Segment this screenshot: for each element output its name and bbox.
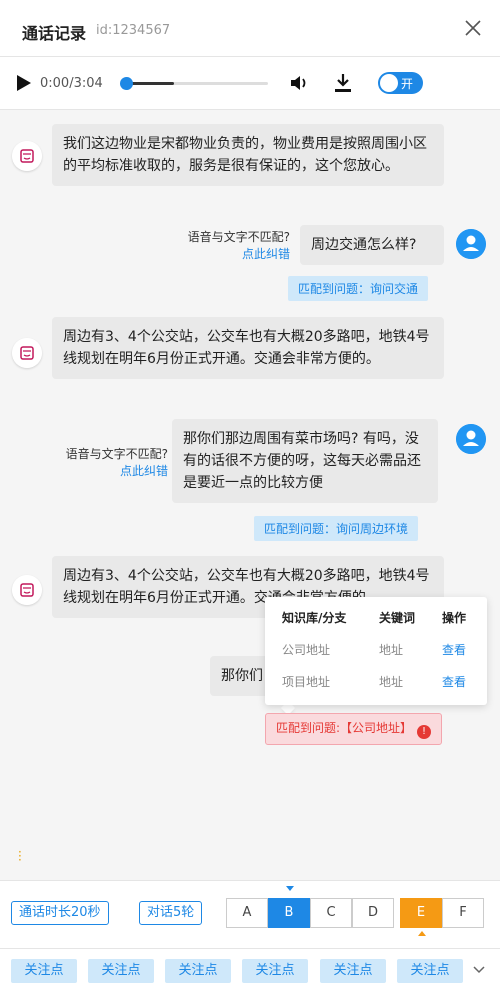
match-error-label: 匹配到问题:【公司地址】 — [276, 721, 413, 735]
audio-player: 0:00/3:04 开 — [0, 58, 500, 110]
message-bubble: 我们这边物业是宋都物业负责的，物业费用是按照周围小区的平均标准收取的，服务是很有… — [52, 124, 444, 186]
mismatch-hint: 语音与文字不匹配? 点此纠错 — [150, 229, 290, 263]
match-tag[interactable]: 匹配到问题：询问周边环境 — [254, 516, 419, 541]
mismatch-label: 语音与文字不匹配? — [187, 230, 290, 244]
grade-d[interactable]: D — [352, 898, 394, 928]
header: 通话记录 id:1234567 — [0, 0, 500, 57]
focus-tag[interactable]: 关注点 — [88, 959, 154, 983]
focus-tag[interactable]: 关注点 — [165, 959, 231, 983]
grade-c[interactable]: C — [310, 898, 352, 928]
match-popup: 知识库/分支 关键词 操作 公司地址 地址 查看 项目地址 地址 查看 — [265, 597, 487, 705]
popup-header-kb: 知识库/分支 — [282, 611, 347, 625]
focus-tag[interactable]: 关注点 — [242, 959, 308, 983]
popup-cell-keyword: 地址 — [379, 643, 404, 657]
play-icon[interactable] — [16, 74, 32, 92]
focus-tag[interactable]: 关注点 — [320, 959, 386, 983]
chevron-down-icon[interactable] — [472, 965, 486, 975]
popup-cell-kb: 项目地址 — [282, 675, 331, 689]
progress-slider[interactable] — [120, 77, 268, 90]
bot-avatar-icon — [12, 338, 42, 368]
bot-avatar-icon — [12, 575, 42, 605]
selected-marker-icon — [418, 931, 426, 936]
rounds-button[interactable]: 对话5轮 — [139, 901, 203, 925]
time-readout: 0:00/3:04 — [40, 76, 103, 91]
focus-tag[interactable]: 关注点 — [397, 959, 463, 983]
popup-cell-keyword: 地址 — [379, 675, 404, 689]
page-title: 通话记录 — [22, 24, 87, 43]
grade-b[interactable]: B — [268, 898, 310, 928]
mismatch-hint: 语音与文字不匹配? 点此纠错 — [30, 446, 168, 480]
close-icon[interactable] — [462, 17, 484, 39]
fix-link[interactable]: 点此纠错 — [30, 463, 168, 480]
view-link[interactable]: 查看 — [442, 641, 466, 658]
selected-marker-icon — [286, 886, 294, 891]
divider — [0, 948, 500, 949]
bottom-panel: 通话时长20秒 对话5轮 A B C D E F 关注点 关注点 关注点 关注点… — [0, 880, 500, 1003]
alert-icon: ! — [417, 725, 432, 739]
message-bubble: 周边交通怎么样? — [300, 225, 444, 265]
match-tag[interactable]: 匹配到问题：询问交通 — [288, 276, 429, 301]
grade-a[interactable]: A — [226, 898, 268, 928]
volume-icon[interactable] — [289, 73, 309, 93]
call-id: id:1234567 — [96, 23, 171, 38]
fix-link[interactable]: 点此纠错 — [150, 246, 290, 263]
user-avatar-icon — [456, 424, 486, 454]
grade-f[interactable]: F — [442, 898, 484, 928]
focus-tag[interactable]: 关注点 — [11, 959, 77, 983]
message-bubble: 周边有3、4个公交站，公交车也有大概20多路吧，地铁4号线规划在明年6月份正式开… — [52, 317, 444, 379]
text-toggle[interactable]: 开 — [378, 72, 423, 94]
popup-header-keyword: 关键词 — [379, 611, 416, 625]
duration-button[interactable]: 通话时长20秒 — [11, 901, 109, 925]
download-icon[interactable] — [334, 72, 352, 94]
progress-thumb[interactable] — [120, 77, 133, 90]
toggle-knob — [380, 74, 398, 92]
view-link[interactable]: 查看 — [442, 673, 466, 690]
popup-header-action: 操作 — [442, 611, 467, 625]
more-dots-icon[interactable]: · · · — [18, 846, 22, 866]
mismatch-label: 语音与文字不匹配? — [65, 447, 168, 461]
popup-cell-kb: 公司地址 — [282, 643, 331, 657]
grade-e[interactable]: E — [400, 898, 442, 928]
message-bubble: 那你们那边周围有菜市场吗? 有吗，没有的话很不方便的呀，这每天必需品还是要近一点… — [172, 419, 438, 503]
match-error-tag[interactable]: 匹配到问题:【公司地址】! — [265, 713, 443, 745]
user-avatar-icon — [456, 229, 486, 259]
bot-avatar-icon — [12, 141, 42, 171]
toggle-label: 开 — [401, 77, 414, 91]
